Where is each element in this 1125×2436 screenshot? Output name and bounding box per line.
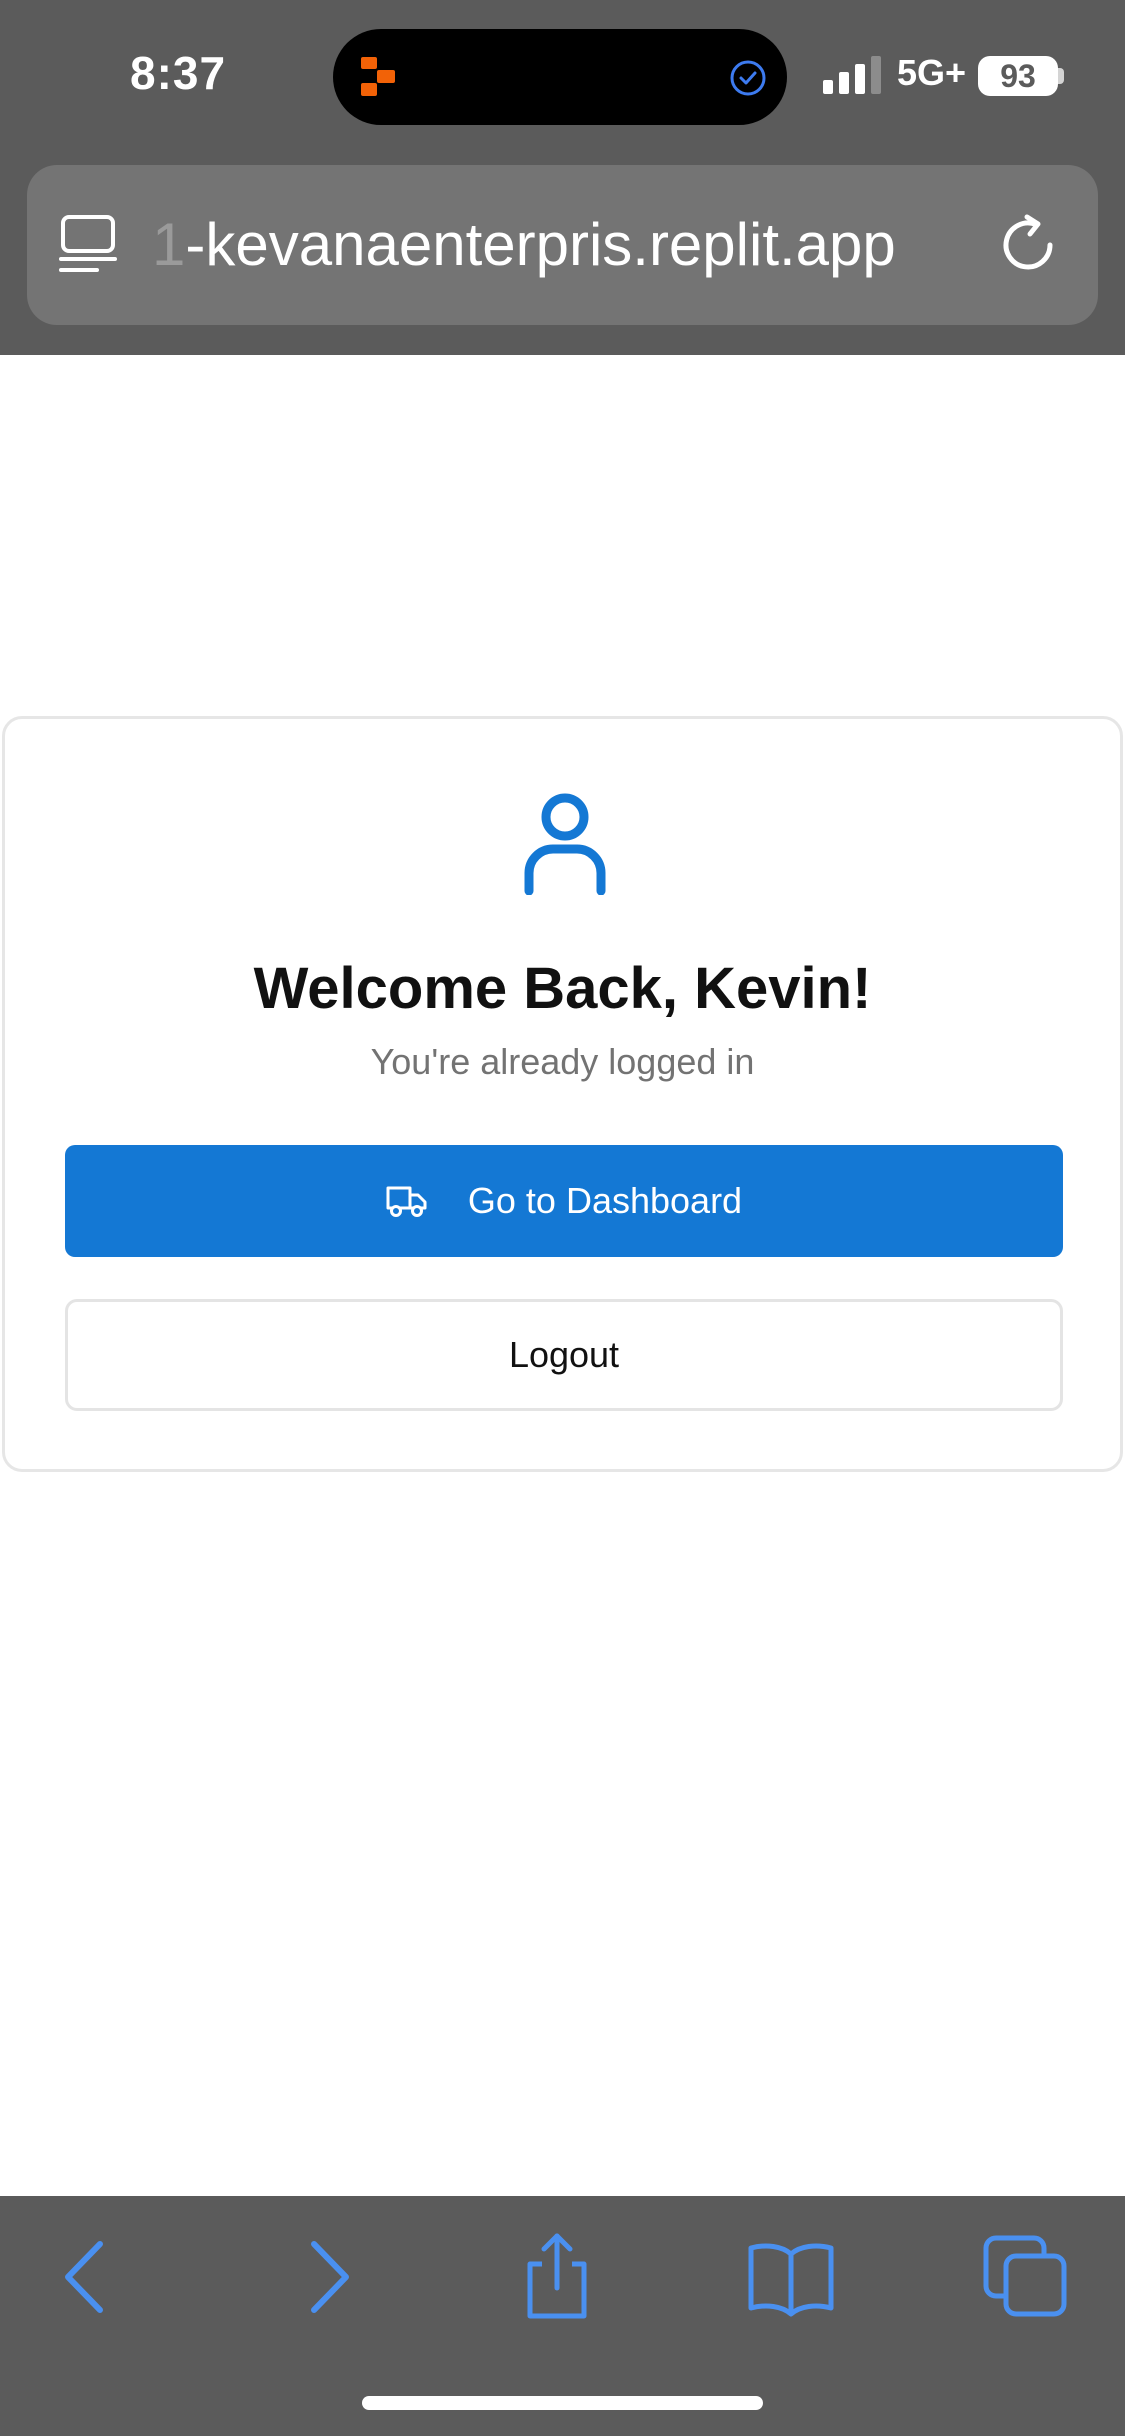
tabs-icon[interactable] bbox=[982, 2232, 1072, 2322]
battery-tip bbox=[1058, 68, 1064, 84]
url-faded-prefix: 1 bbox=[152, 211, 186, 278]
replit-app-icon bbox=[361, 57, 395, 96]
top-chrome: 8:37 5G+ 93 1-kevanaenterpris.replit.app bbox=[0, 0, 1125, 355]
welcome-subtitle: You're already logged in bbox=[370, 1041, 755, 1082]
address-bar[interactable]: 1-kevanaenterpris.replit.app bbox=[27, 165, 1098, 325]
go-to-dashboard-button[interactable]: Go to Dashboard bbox=[65, 1145, 1063, 1257]
dynamic-island bbox=[333, 29, 787, 125]
user-icon bbox=[524, 793, 606, 895]
home-indicator[interactable] bbox=[362, 2396, 763, 2410]
bookmarks-icon[interactable] bbox=[746, 2232, 836, 2322]
signal-icon bbox=[823, 56, 881, 94]
page: 8:37 5G+ 93 1-kevanaenterpris.replit.app… bbox=[0, 0, 1125, 2436]
share-icon[interactable] bbox=[512, 2232, 602, 2322]
go-to-dashboard-label: Go to Dashboard bbox=[467, 1180, 743, 1221]
url-text[interactable]: 1-kevanaenterpris.replit.app bbox=[152, 205, 992, 285]
forward-icon[interactable] bbox=[284, 2232, 374, 2322]
status-time: 8:37 bbox=[130, 47, 227, 99]
back-icon[interactable] bbox=[40, 2232, 130, 2322]
reload-icon[interactable] bbox=[994, 211, 1062, 279]
network-type: 5G+ bbox=[897, 52, 967, 93]
logout-button[interactable]: Logout bbox=[65, 1299, 1063, 1411]
battery-indicator: 93 bbox=[978, 56, 1058, 96]
welcome-heading: Welcome Back, Kevin! bbox=[253, 956, 872, 1021]
url-domain: -kevanaenterpris.replit.app bbox=[185, 211, 896, 278]
logout-label: Logout bbox=[508, 1334, 620, 1375]
truck-icon bbox=[386, 1186, 427, 1217]
reader-icon[interactable] bbox=[59, 213, 119, 277]
checkmark-circle-icon bbox=[730, 60, 766, 96]
login-card: Welcome Back, Kevin! You're already logg… bbox=[2, 716, 1123, 1472]
